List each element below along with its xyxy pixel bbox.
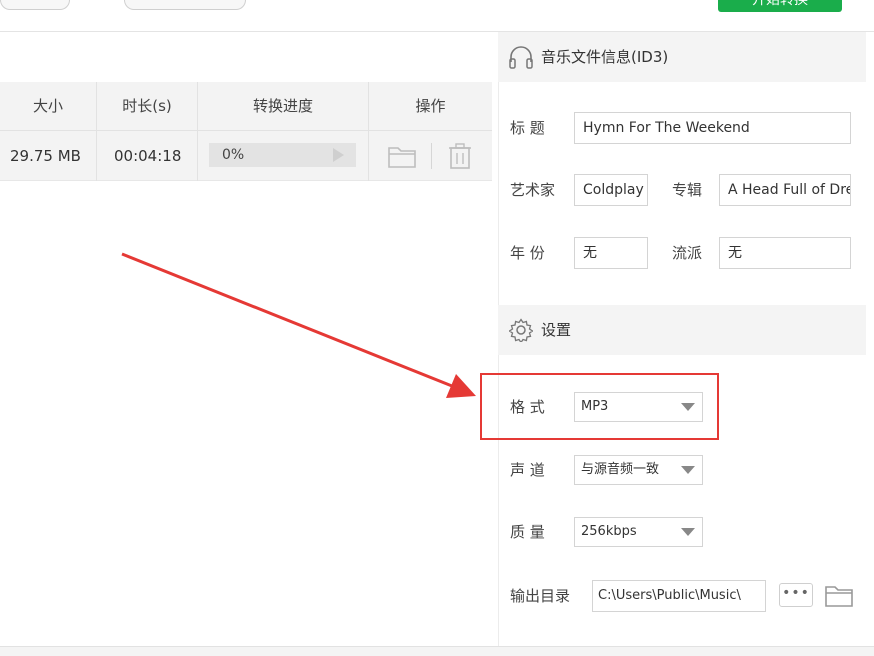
quality-value: 256kbps [581,524,637,539]
genre-label: 流派 [672,244,703,262]
gear-icon [509,318,533,342]
artist-field[interactable]: Coldplay [574,174,648,206]
chevron-down-icon[interactable] [681,528,695,536]
album-label: 专辑 [672,181,703,199]
id3-section-header: 音乐文件信息(ID3) [498,32,866,82]
bottom-bar [0,646,874,656]
channel-label: 声 道 [510,461,545,479]
album-field[interactable]: A Head Full of Dreams [719,174,851,206]
highlight-box [480,373,719,440]
genre-field[interactable]: 无 [719,237,851,269]
settings-section-title: 设置 [541,321,572,339]
settings-section-header: 设置 [498,305,866,355]
quality-label: 质 量 [510,523,545,541]
more-options-icon[interactable]: ••• [779,583,813,607]
id3-section-title: 音乐文件信息(ID3) [541,48,669,66]
channel-value: 与源音频一致 [581,462,660,477]
year-field[interactable]: 无 [574,237,648,269]
title-field[interactable]: Hymn For The Weekend [574,112,851,144]
browse-folder-icon[interactable] [824,582,854,608]
headphones-icon [509,46,533,69]
chevron-down-icon[interactable] [681,466,695,474]
output-dir-field[interactable]: C:\Users\Public\Music\ [592,580,766,612]
artist-label: 艺术家 [510,181,556,199]
output-dir-label: 输出目录 [510,587,571,605]
year-label: 年 份 [510,244,545,262]
title-label: 标 题 [510,119,545,137]
